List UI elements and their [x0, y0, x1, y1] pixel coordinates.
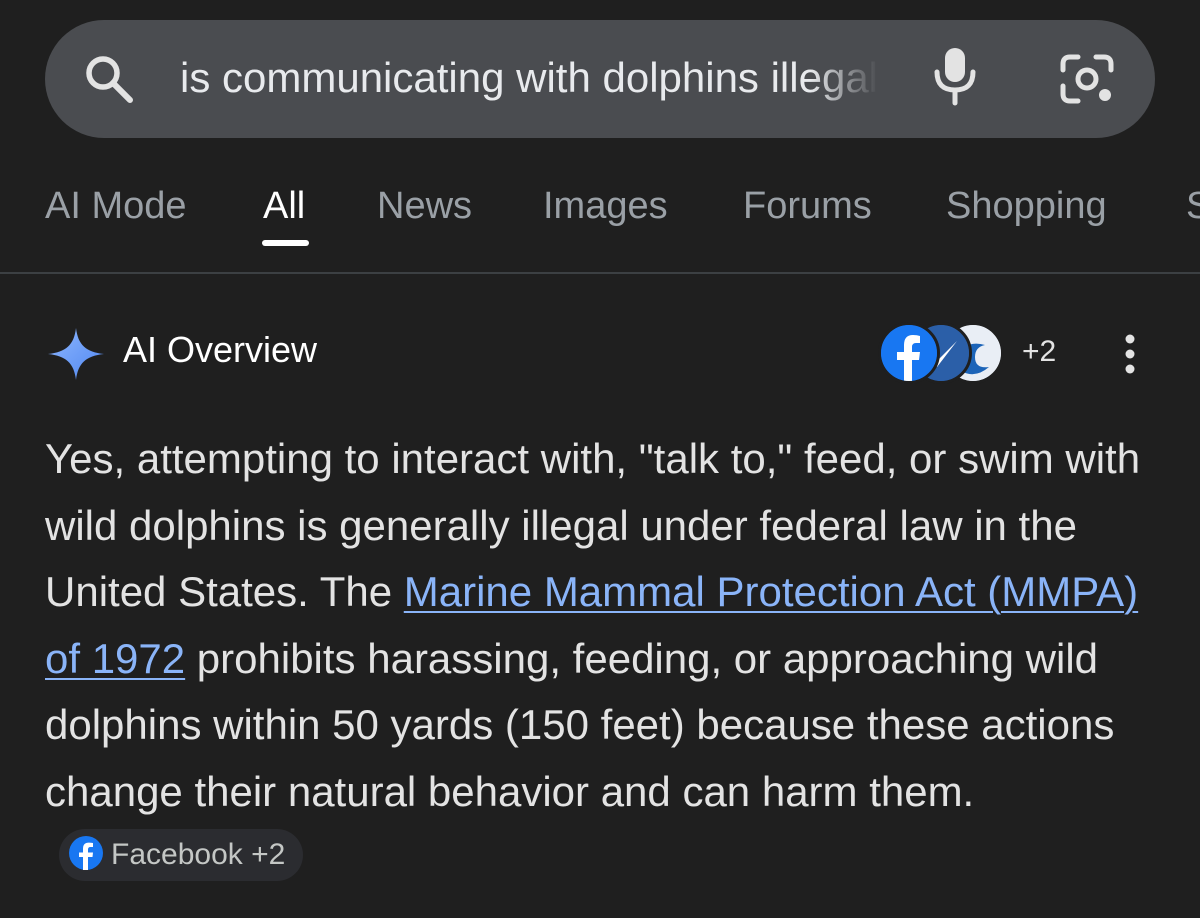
ai-overview-answer: Yes, attempting to interact with, "talk …	[45, 426, 1170, 892]
tabs-divider	[0, 272, 1200, 274]
tab-ai-mode[interactable]: AI Mode	[45, 184, 187, 228]
source-avatars[interactable]	[878, 322, 1018, 384]
search-icon[interactable]	[82, 52, 136, 106]
ai-overview-title: AI Overview	[123, 329, 318, 370]
search-text-fade	[810, 45, 890, 111]
tab-forums[interactable]: Forums	[743, 184, 872, 228]
mic-icon[interactable]	[930, 46, 980, 106]
answer-text-part-2: prohibits harassing, feeding, or approac…	[45, 634, 1115, 815]
facebook-icon	[69, 835, 103, 870]
tab-news[interactable]: News	[377, 184, 472, 228]
tab-images[interactable]: Images	[543, 184, 668, 228]
tab-shopping[interactable]: Shopping	[946, 184, 1107, 228]
source-avatar-facebook[interactable]	[878, 322, 940, 384]
lens-icon[interactable]	[1058, 52, 1116, 106]
sources-more-count[interactable]: +2	[1022, 334, 1056, 370]
citation-chip[interactable]: Facebook +2	[59, 828, 304, 881]
ai-sparkle-icon	[48, 328, 104, 380]
citation-label: Facebook +2	[111, 837, 286, 871]
more-vert-icon[interactable]	[1118, 332, 1142, 376]
facebook-icon	[881, 325, 937, 381]
tab-partial[interactable]: S	[1186, 184, 1200, 228]
search-input[interactable]: is communicating with dolphins illegal	[180, 50, 885, 106]
search-tabs: AI Mode All News Images Forums Shopping …	[0, 168, 1200, 272]
active-tab-indicator	[262, 240, 309, 246]
tab-all[interactable]: All	[263, 184, 305, 228]
